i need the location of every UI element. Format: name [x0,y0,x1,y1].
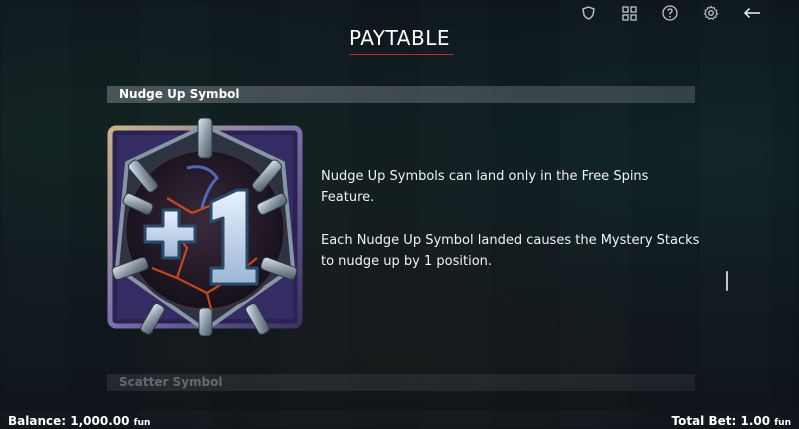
total-bet-unit: fun [774,418,791,428]
back-arrow-icon[interactable] [743,4,761,22]
balance-value: 1,000.00 [70,414,130,428]
section-description: Nudge Up Symbols can land only in the Fr… [321,166,701,294]
description-paragraph: Nudge Up Symbols can land only in the Fr… [321,169,649,205]
top-toolbar [579,4,761,22]
section-header-nudge-up: Nudge Up Symbol [107,86,695,103]
total-bet-label: Total Bet: [671,414,737,428]
total-bet-value: 1.00 [740,414,771,428]
description-paragraph: Each Nudge Up Symbol landed causes the M… [321,233,700,269]
section-header-scatter: Scatter Symbol [107,374,695,391]
balance-label: Balance: [8,414,67,428]
balance-unit: fun [133,418,151,428]
settings-icon[interactable] [702,4,720,22]
grid-icon[interactable] [620,4,638,22]
nudge-up-symbol-icon [107,117,303,337]
shield-icon[interactable] [579,4,597,22]
title-underline [349,54,453,55]
scrollbar-thumb[interactable] [726,271,728,291]
total-bet-display: Total Bet: 1.00 fun [672,414,792,428]
page-title: PAYTABLE [349,26,450,50]
help-icon[interactable] [661,4,679,22]
balance-display: Balance: 1,000.00 fun [8,414,150,428]
